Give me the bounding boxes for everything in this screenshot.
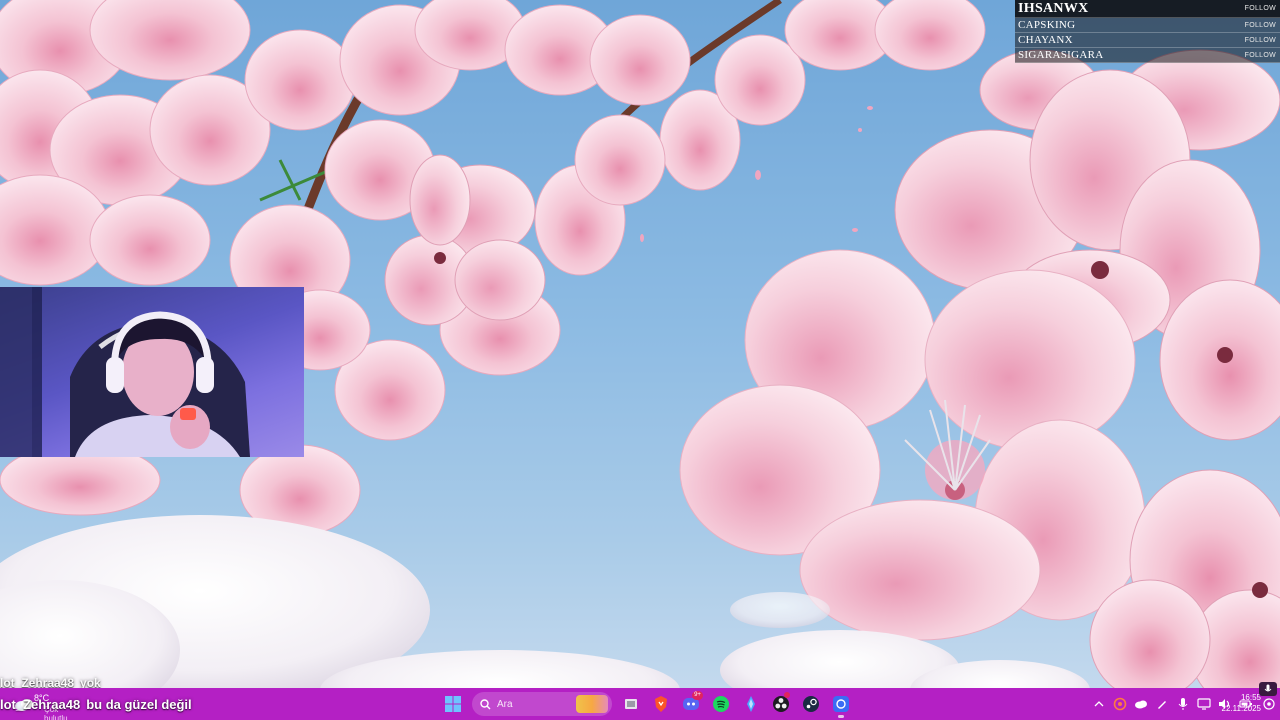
chat-message: lot_Zehraa48 bu da güzel değil: [0, 696, 192, 714]
follow-label: FOLLOW: [1244, 36, 1276, 44]
follow-label: FOLLOW: [1244, 5, 1276, 12]
clock-date: 22.11.2025: [1221, 704, 1261, 713]
taskbar-apps: Ara 9+: [438, 688, 856, 720]
notification-bell-icon[interactable]: [1263, 697, 1275, 715]
active-indicator: [838, 715, 844, 718]
follower-row: IHSANWX FOLLOW: [1015, 0, 1280, 18]
webcam-overlay: [0, 287, 304, 457]
recent-followers-panel: IHSANWX FOLLOW CAPSKING FOLLOW CHAYANX F…: [1015, 0, 1280, 63]
browser-icon[interactable]: [826, 688, 856, 720]
follow-label: FOLLOW: [1244, 21, 1276, 29]
follower-name: IHSANWX: [1018, 0, 1089, 16]
start-icon[interactable]: [438, 688, 468, 720]
obs-icon[interactable]: [766, 688, 796, 720]
follower-name: CAPSKING: [1018, 19, 1076, 31]
chevron-up-icon[interactable]: [1088, 688, 1109, 720]
clock-time: 16:55: [1240, 693, 1261, 702]
follower-row: SIGARASIGARA FOLLOW: [1015, 48, 1280, 63]
chat-username: lot_Zehraa48: [0, 697, 81, 712]
taskbar-search[interactable]: Ara: [472, 692, 612, 716]
chat-text: bu da güzel değil: [86, 697, 192, 712]
taskbar: 8°C Çok bulutlu Ara 9+ 16:55 22.11.2025: [0, 688, 1280, 720]
onedrive-icon[interactable]: [1130, 688, 1151, 720]
search-icon: [480, 698, 491, 709]
notification-badge: 9+: [692, 691, 703, 700]
mic-icon: [1264, 684, 1272, 692]
search-highlight-image: [576, 695, 608, 713]
app-tray-icon[interactable]: [1109, 688, 1130, 720]
system-clock[interactable]: 16:55 22.11.2025: [1205, 692, 1261, 714]
follower-name: CHAYANX: [1018, 34, 1073, 46]
follower-name: SIGARASIGARA: [1018, 49, 1104, 61]
spotify-icon[interactable]: [706, 688, 736, 720]
follower-row: CAPSKING FOLLOW: [1015, 18, 1280, 33]
steam-icon[interactable]: [796, 688, 826, 720]
app-icon[interactable]: [736, 688, 766, 720]
status-dot: [784, 692, 790, 698]
discord-icon[interactable]: 9+: [676, 688, 706, 720]
search-placeholder: Ara: [497, 698, 513, 710]
pen-icon[interactable]: [1151, 688, 1172, 720]
brave-browser-icon[interactable]: [646, 688, 676, 720]
microphone-in-use-indicator[interactable]: [1259, 682, 1277, 696]
task-view-icon[interactable]: [616, 688, 646, 720]
mic-icon[interactable]: [1172, 688, 1193, 720]
follow-label: FOLLOW: [1244, 51, 1276, 59]
follower-row: CHAYANX FOLLOW: [1015, 33, 1280, 48]
